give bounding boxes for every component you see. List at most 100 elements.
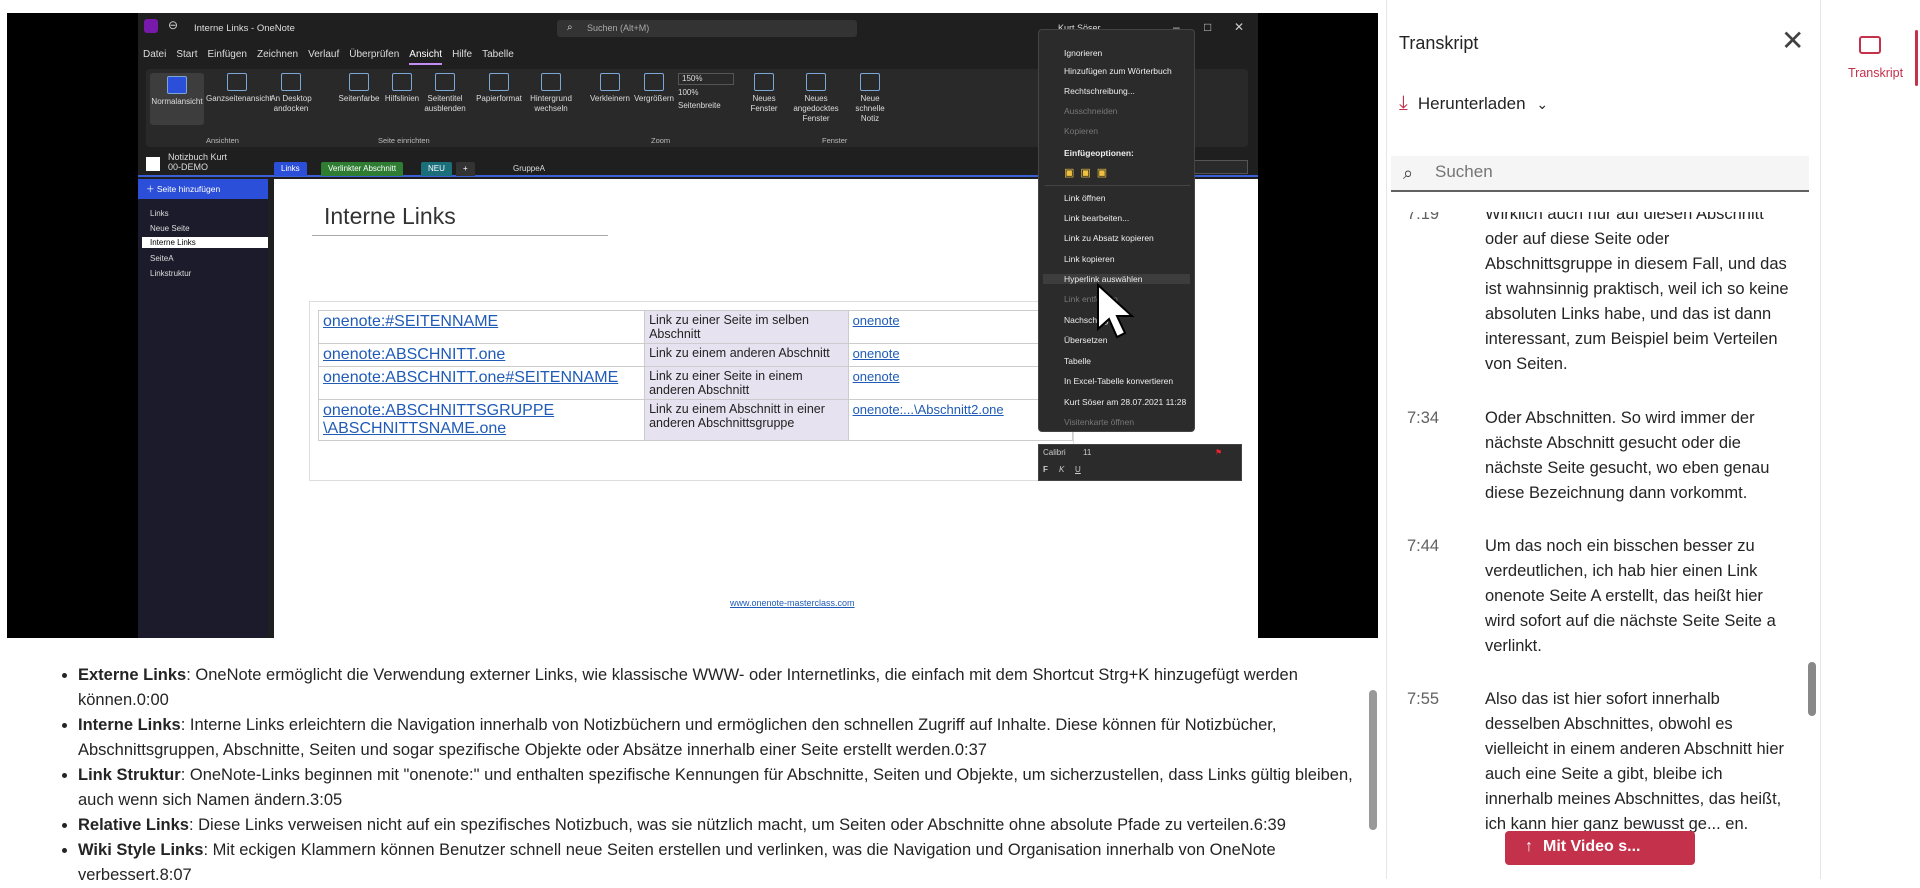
zoom-100-button[interactable]: 100%: [678, 88, 734, 98]
onenote-window: ⊖ Interne Links - OneNote ⌕ Suchen (Alt+…: [138, 13, 1258, 638]
download-button[interactable]: ⤓ Herunterladen ⌄: [1399, 92, 1548, 115]
tab-neu[interactable]: NEU: [421, 162, 452, 176]
arrow-up-icon: ↑: [1525, 838, 1533, 855]
zoom-in-button[interactable]: Vergrößern: [632, 73, 676, 104]
table-cell-link[interactable]: onenote:#SEITENNAME: [317, 310, 646, 344]
transcript-text: Wirklich auch nur auf diesen Abschnitt o…: [1485, 212, 1789, 373]
ctx-rechtschreibung[interactable]: Rechtschreibung...: [1064, 86, 1135, 96]
switch-background-button[interactable]: Hintergrund wechseln: [526, 73, 576, 114]
rule-lines-button[interactable]: Hilfslinien: [382, 73, 422, 104]
zoom-out-button[interactable]: Verkleinern: [588, 73, 632, 104]
underline-icon[interactable]: U: [1075, 465, 1081, 474]
page-color-button[interactable]: Seitenfarbe: [336, 73, 382, 104]
transcript-scrollbar[interactable]: [1808, 662, 1816, 716]
page-item-interne-links[interactable]: Interne Links: [142, 237, 268, 248]
notes-scrollbar[interactable]: [1369, 690, 1377, 830]
onenote-search-box[interactable]: ⌕ Suchen (Alt+M): [557, 20, 857, 37]
transcript-search[interactable]: ⌕: [1391, 156, 1809, 192]
bold-icon[interactable]: F: [1043, 465, 1048, 474]
ctx-link-kopieren[interactable]: Link kopieren: [1064, 254, 1115, 264]
link-table: onenote:#SEITENNAME Link zu einer Seite …: [317, 310, 1074, 441]
follow-video-button[interactable]: ↑ Mit Video s...: [1505, 831, 1695, 865]
ctx-woerterbuch[interactable]: Hinzufügen zum Wörterbuch: [1064, 66, 1172, 76]
page-title[interactable]: Interne Links: [324, 203, 456, 230]
transcript-icon[interactable]: [1859, 36, 1881, 54]
ctx-author-info: Kurt Söser am 28.07.2021 11:28: [1064, 397, 1187, 407]
ctx-link-absatz-kopieren[interactable]: Link zu Absatz kopieren: [1064, 233, 1154, 243]
menu-einfuegen[interactable]: Einfügen: [207, 49, 246, 65]
timestamp[interactable]: 7:55: [1407, 687, 1439, 712]
window-title: Interne Links - OneNote: [194, 23, 295, 34]
table-row: onenote:#SEITENNAME Link zu einer Seite …: [317, 310, 1074, 344]
tab-links[interactable]: Links: [274, 162, 307, 176]
notebook-selector[interactable]: Notizbuch Kurt 00-DEMO: [168, 152, 228, 172]
ctx-link-oeffnen[interactable]: Link öffnen: [1064, 193, 1105, 203]
search-icon: ⌕: [567, 22, 573, 33]
list-item: Link Struktur: OneNote-Links beginnen mi…: [78, 763, 1360, 813]
menu-start[interactable]: Start: [176, 49, 197, 65]
back-icon[interactable]: ⊖: [168, 18, 178, 32]
menu-hilfe[interactable]: Hilfe: [452, 49, 472, 65]
dock-desktop-button[interactable]: An Desktop andocken: [268, 73, 314, 114]
page-item-seitea[interactable]: SeiteA: [150, 254, 174, 263]
table-row: onenote:ABSCHNITT.one#SEITENNAME Link zu…: [317, 366, 1074, 400]
transcript-text: Also das ist hier sofort innerhalb desse…: [1485, 690, 1785, 833]
web-link[interactable]: www.onenote-masterclass.com: [730, 598, 855, 608]
close-icon[interactable]: ✕: [1781, 27, 1804, 55]
chevron-down-icon: ⌄: [1536, 96, 1549, 112]
ctx-ausschneiden: Ausschneiden: [1064, 106, 1118, 116]
transcript-search-input[interactable]: [1435, 162, 1795, 182]
table-cell-description[interactable]: Link zu einem Abschnitt in einer anderen…: [644, 399, 849, 441]
page-item-linkstruktur[interactable]: Linkstruktur: [150, 269, 191, 278]
timestamp[interactable]: 7:19: [1407, 212, 1439, 227]
paste-options-icons[interactable]: ▣▣▣: [1064, 166, 1113, 179]
download-icon: ⤓: [1399, 92, 1408, 114]
zoom-select[interactable]: 150%: [678, 73, 734, 85]
full-page-view-button[interactable]: Ganzseitenansicht: [206, 73, 272, 104]
ctx-tabelle[interactable]: Tabelle: [1064, 356, 1091, 366]
table-cell-link[interactable]: onenote:ABSCHNITTSGRUPPE \ABSCHNITTSNAME…: [317, 399, 646, 441]
add-page-button[interactable]: ＋ Seite hinzufügen: [138, 179, 268, 199]
paper-size-button[interactable]: Papierformat: [474, 73, 524, 104]
ctx-link-bearbeiten[interactable]: Link bearbeiten...: [1064, 213, 1129, 223]
table-cell-link[interactable]: onenote:ABSCHNITT.one: [317, 343, 646, 367]
title-underline: [312, 235, 608, 236]
table-cell-description[interactable]: Link zu einer Seite in einem anderen Abs…: [644, 366, 849, 400]
menu-tabelle[interactable]: Tabelle: [482, 49, 514, 65]
video-player[interactable]: ⊖ Interne Links - OneNote ⌕ Suchen (Alt+…: [7, 13, 1378, 638]
timestamp[interactable]: 7:34: [1407, 406, 1439, 431]
font-size-select[interactable]: 11: [1083, 448, 1091, 457]
flag-icon[interactable]: ⚑: [1215, 448, 1222, 457]
close-window-icon[interactable]: ✕: [1234, 20, 1244, 34]
page-width-button[interactable]: Seitenbreite: [678, 101, 734, 111]
menu-ansicht[interactable]: Ansicht: [409, 49, 443, 65]
ctx-excel-konvertieren[interactable]: In Excel-Tabelle konvertieren: [1064, 376, 1173, 386]
timestamp[interactable]: 7:44: [1407, 534, 1439, 559]
menu-zeichnen[interactable]: Zeichnen: [257, 49, 298, 65]
add-section-button[interactable]: +: [456, 162, 475, 176]
table-cell-description[interactable]: Link zu einer Seite im selben Abschnitt: [644, 310, 849, 344]
menu-datei[interactable]: Datei: [143, 49, 166, 65]
tab-verlinkter-abschnitt[interactable]: Verlinkter Abschnitt: [321, 162, 404, 176]
page-item-links[interactable]: Links: [150, 209, 169, 218]
ctx-ignorieren[interactable]: Ignorieren: [1064, 48, 1102, 58]
list-item: Externe Links: OneNote ermöglicht die Ve…: [78, 663, 1360, 713]
new-window-button[interactable]: Neues Fenster: [746, 73, 782, 114]
page-item-neue-seite[interactable]: Neue Seite: [150, 224, 190, 233]
normal-view-button[interactable]: Normalansicht: [150, 73, 204, 125]
italic-icon[interactable]: K: [1059, 465, 1064, 474]
rail-transcript-label[interactable]: Transkript: [1848, 66, 1903, 80]
ctx-einfuegeoptionen: Einfügeoptionen:: [1064, 148, 1134, 158]
font-select[interactable]: Calibri: [1043, 448, 1066, 457]
table-cell-description[interactable]: Link zu einem anderen Abschnitt: [644, 343, 849, 367]
table-cell-link[interactable]: onenote:ABSCHNITT.one#SEITENNAME: [317, 366, 646, 400]
new-docked-window-button[interactable]: Neues angedocktes Fenster: [784, 73, 848, 124]
hide-title-button[interactable]: Seitentitel ausblenden: [422, 73, 468, 114]
menu-verlauf[interactable]: Verlauf: [308, 49, 339, 65]
menu-ueberpruefen[interactable]: Überprüfen: [349, 49, 399, 65]
group-ansichten: Ansichten: [206, 136, 239, 145]
maximize-icon[interactable]: □: [1204, 20, 1211, 34]
section-group-gruppea[interactable]: GruppeA: [513, 164, 545, 173]
quick-note-button[interactable]: Neue schnelle Notiz: [848, 73, 892, 124]
zoom-options[interactable]: 150% 100% Seitenbreite: [678, 73, 734, 111]
